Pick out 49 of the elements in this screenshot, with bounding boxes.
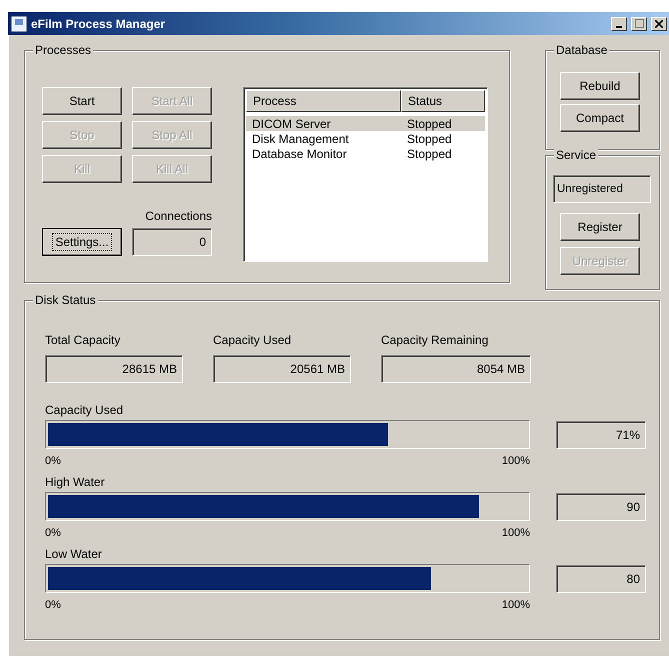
minimize-icon <box>616 26 622 28</box>
maximize-button[interactable] <box>631 16 647 30</box>
meter-reading: 71% <box>556 420 646 448</box>
group-title: Database <box>554 43 610 57</box>
close-button[interactable] <box>651 16 667 30</box>
process-button[interactable]: Start <box>42 87 122 115</box>
scale-min-label: 0% <box>45 527 61 539</box>
app-icon <box>11 16 27 32</box>
process-row[interactable]: DICOM Server Stopped <box>246 116 485 131</box>
database-button[interactable]: Compact <box>560 104 640 132</box>
meter-label: Capacity Used <box>45 403 124 417</box>
process-status: Stopped <box>406 132 453 146</box>
process-name: DICOM Server <box>251 116 332 130</box>
minimize-button[interactable] <box>611 16 627 30</box>
group-title: Disk Status <box>33 293 98 307</box>
scale-min-label: 0% <box>45 599 61 611</box>
column-header[interactable]: Process <box>246 90 401 112</box>
column-header[interactable]: Status <box>401 90 485 112</box>
process-status: Stopped <box>406 146 453 160</box>
service-button[interactable]: Register <box>560 213 640 241</box>
capacity-field: 28615 MB <box>45 355 183 383</box>
maximize-icon <box>634 19 644 28</box>
scale-max-label: 100% <box>502 599 530 611</box>
capacity-field: 8054 MB <box>381 355 531 383</box>
meter-reading: 90 <box>556 492 646 520</box>
scale-min-label: 0% <box>45 455 61 467</box>
meter-reading: 80 <box>556 564 646 592</box>
field-label: Capacity Remaining <box>381 333 490 347</box>
database-button[interactable]: Rebuild <box>560 72 640 100</box>
group-title: Service <box>554 148 598 162</box>
process-name: Disk Management <box>251 132 350 146</box>
window-title: eFilm Process Manager <box>31 16 166 30</box>
settings-button[interactable]: Settings... <box>42 228 122 256</box>
process-status: Stopped <box>406 116 453 130</box>
connections-label: Connections <box>144 209 212 223</box>
capacity-field: 20561 MB <box>213 355 351 383</box>
close-icon <box>655 20 663 28</box>
process-row[interactable]: Disk Management Stopped <box>246 131 485 146</box>
field-label: Total Capacity <box>45 333 122 347</box>
group-title: Processes <box>33 43 94 57</box>
connections-field: 0 <box>132 228 212 256</box>
scale-max-label: 100% <box>502 527 530 539</box>
meter-label: High Water <box>45 475 106 489</box>
field-label: Capacity Used <box>213 333 292 347</box>
process-row[interactable]: Database Monitor Stopped <box>246 146 485 161</box>
meter-label: Low Water <box>45 547 103 561</box>
service-status-field: Unregistered <box>553 175 651 203</box>
scale-max-label: 100% <box>502 455 530 467</box>
process-name: Database Monitor <box>251 146 348 160</box>
